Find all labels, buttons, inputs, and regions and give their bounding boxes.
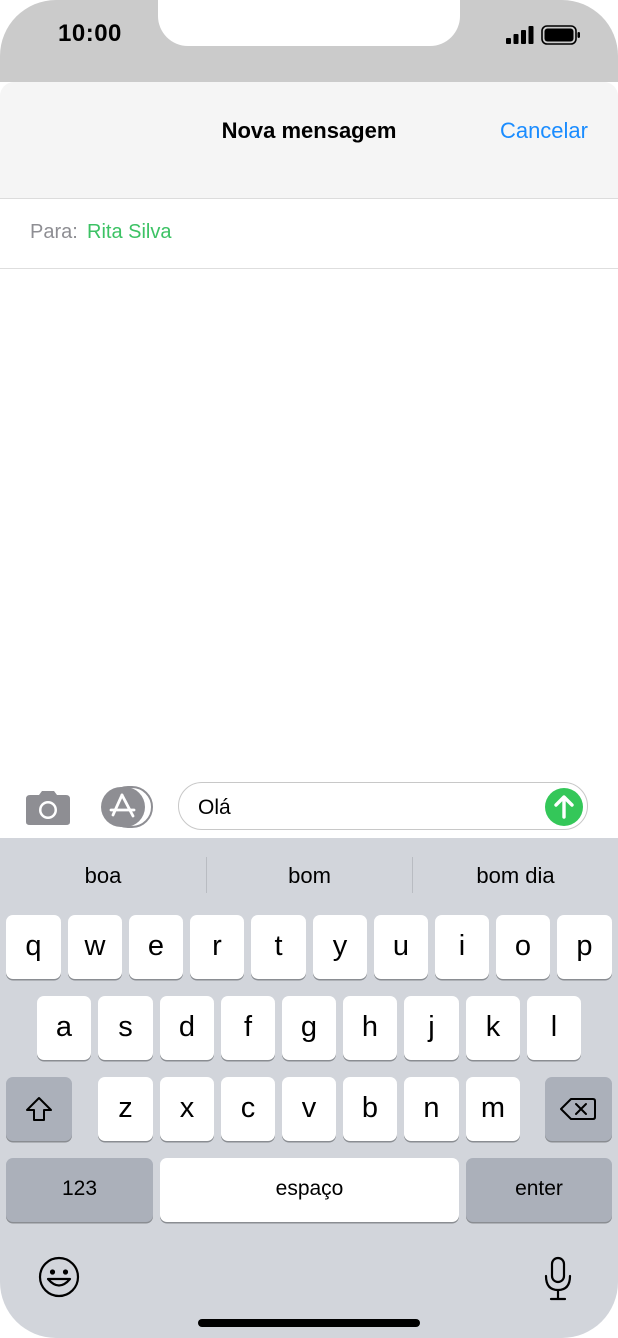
key-u[interactable]: u [374, 915, 428, 979]
space-key[interactable]: espaço [160, 1158, 459, 1222]
key-d[interactable]: d [160, 996, 214, 1060]
key-i[interactable]: i [435, 915, 489, 979]
suggestion-3[interactable]: bom dia [413, 856, 618, 896]
enter-key[interactable]: enter [466, 1158, 612, 1222]
send-button[interactable] [545, 788, 583, 826]
key-l[interactable]: l [527, 996, 581, 1060]
home-indicator[interactable] [198, 1319, 420, 1327]
phone-screen: 10:00 Nova mensagem Cancelar Para: Rita … [0, 0, 618, 1338]
status-bar: 10:00 [0, 0, 618, 82]
recipient-name[interactable]: Rita Silva [87, 221, 171, 244]
status-time: 10:00 [58, 20, 122, 47]
backspace-icon [560, 1098, 596, 1120]
key-q[interactable]: q [6, 915, 61, 979]
battery-icon [541, 25, 580, 45]
key-g[interactable]: g [282, 996, 336, 1060]
key-j[interactable]: j [404, 996, 459, 1060]
key-r[interactable]: r [190, 915, 244, 979]
recipient-label: Para: [30, 221, 78, 243]
send-arrow-icon [554, 795, 574, 819]
key-x[interactable]: x [160, 1077, 214, 1141]
key-z[interactable]: z [98, 1077, 153, 1141]
key-c[interactable]: c [221, 1077, 275, 1141]
key-m[interactable]: m [466, 1077, 520, 1141]
key-f[interactable]: f [221, 996, 275, 1060]
key-k[interactable]: k [466, 996, 520, 1060]
message-text: Olá [198, 796, 231, 819]
shift-key[interactable] [6, 1077, 72, 1141]
key-t[interactable]: t [251, 915, 306, 979]
key-y[interactable]: y [313, 915, 367, 979]
camera-icon[interactable] [25, 790, 71, 826]
key-w[interactable]: w [68, 915, 122, 979]
notch [158, 0, 460, 46]
key-o[interactable]: o [496, 915, 550, 979]
app-store-icon[interactable] [100, 786, 154, 828]
key-a[interactable]: a [37, 996, 91, 1060]
shift-icon [26, 1097, 52, 1121]
navigation-bar: Nova mensagem Cancelar [0, 82, 618, 199]
key-b[interactable]: b [343, 1077, 397, 1141]
signal-icon [506, 26, 534, 44]
key-n[interactable]: n [404, 1077, 459, 1141]
suggestion-2[interactable]: bom [207, 856, 412, 896]
recipient-field[interactable]: Para: Rita Silva [0, 199, 618, 269]
key-p[interactable]: p [557, 915, 612, 979]
key-h[interactable]: h [343, 996, 397, 1060]
backspace-key[interactable] [545, 1077, 612, 1141]
microphone-icon[interactable] [543, 1256, 573, 1302]
key-e[interactable]: e [129, 915, 183, 979]
key-s[interactable]: s [98, 996, 153, 1060]
emoji-icon[interactable] [38, 1256, 80, 1298]
numbers-key[interactable]: 123 [6, 1158, 153, 1222]
message-input[interactable]: Olá [178, 782, 588, 830]
keyboard: boa bom bom dia q w e r t y u i o p a s … [0, 838, 618, 1338]
compose-bar: Olá [0, 775, 618, 839]
key-v[interactable]: v [282, 1077, 336, 1141]
message-area [0, 269, 618, 857]
suggestion-1[interactable]: boa [0, 856, 206, 896]
cancel-button[interactable]: Cancelar [500, 118, 588, 144]
